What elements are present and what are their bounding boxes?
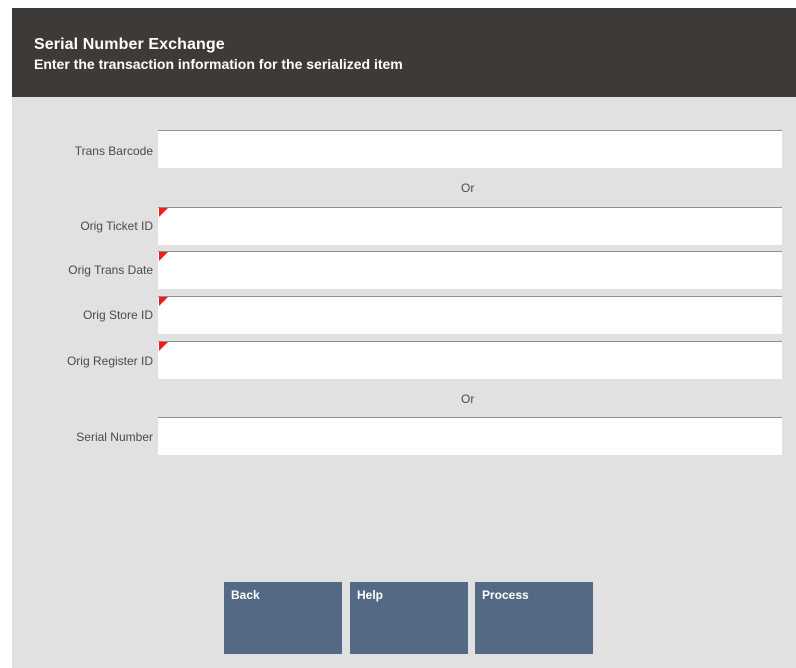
page-title: Serial Number Exchange xyxy=(34,36,225,53)
trans-barcode-field[interactable] xyxy=(158,130,782,168)
orig-register-id-field[interactable] xyxy=(158,341,782,379)
or-separator-2: Or xyxy=(461,392,475,406)
trans-barcode-label: Trans Barcode xyxy=(74,144,153,158)
process-button-label: Process xyxy=(482,588,529,602)
back-button[interactable]: Back xyxy=(224,582,342,654)
orig-ticket-id-label: Orig Ticket ID xyxy=(80,219,153,233)
serial-number-field[interactable] xyxy=(158,417,782,455)
header-bar: Serial Number Exchange Enter the transac… xyxy=(12,8,796,97)
or-separator-1: Or xyxy=(461,181,475,195)
process-button[interactable]: Process xyxy=(475,582,593,654)
orig-trans-date-label: Orig Trans Date xyxy=(68,263,153,277)
orig-store-id-label: Orig Store ID xyxy=(82,308,153,322)
orig-register-id-label: Orig Register ID xyxy=(66,354,153,368)
help-button[interactable]: Help xyxy=(350,582,468,654)
help-button-label: Help xyxy=(357,588,384,602)
orig-trans-date-field[interactable] xyxy=(158,251,782,289)
page-subtitle: Enter the transaction information for th… xyxy=(34,56,403,72)
serial-number-exchange-window: Serial Number Exchange Enter the transac… xyxy=(12,8,796,668)
orig-ticket-id-field[interactable] xyxy=(158,207,782,245)
back-button-label: Back xyxy=(231,588,260,602)
serial-number-label: Serial Number xyxy=(76,430,153,444)
orig-store-id-field[interactable] xyxy=(158,296,782,334)
